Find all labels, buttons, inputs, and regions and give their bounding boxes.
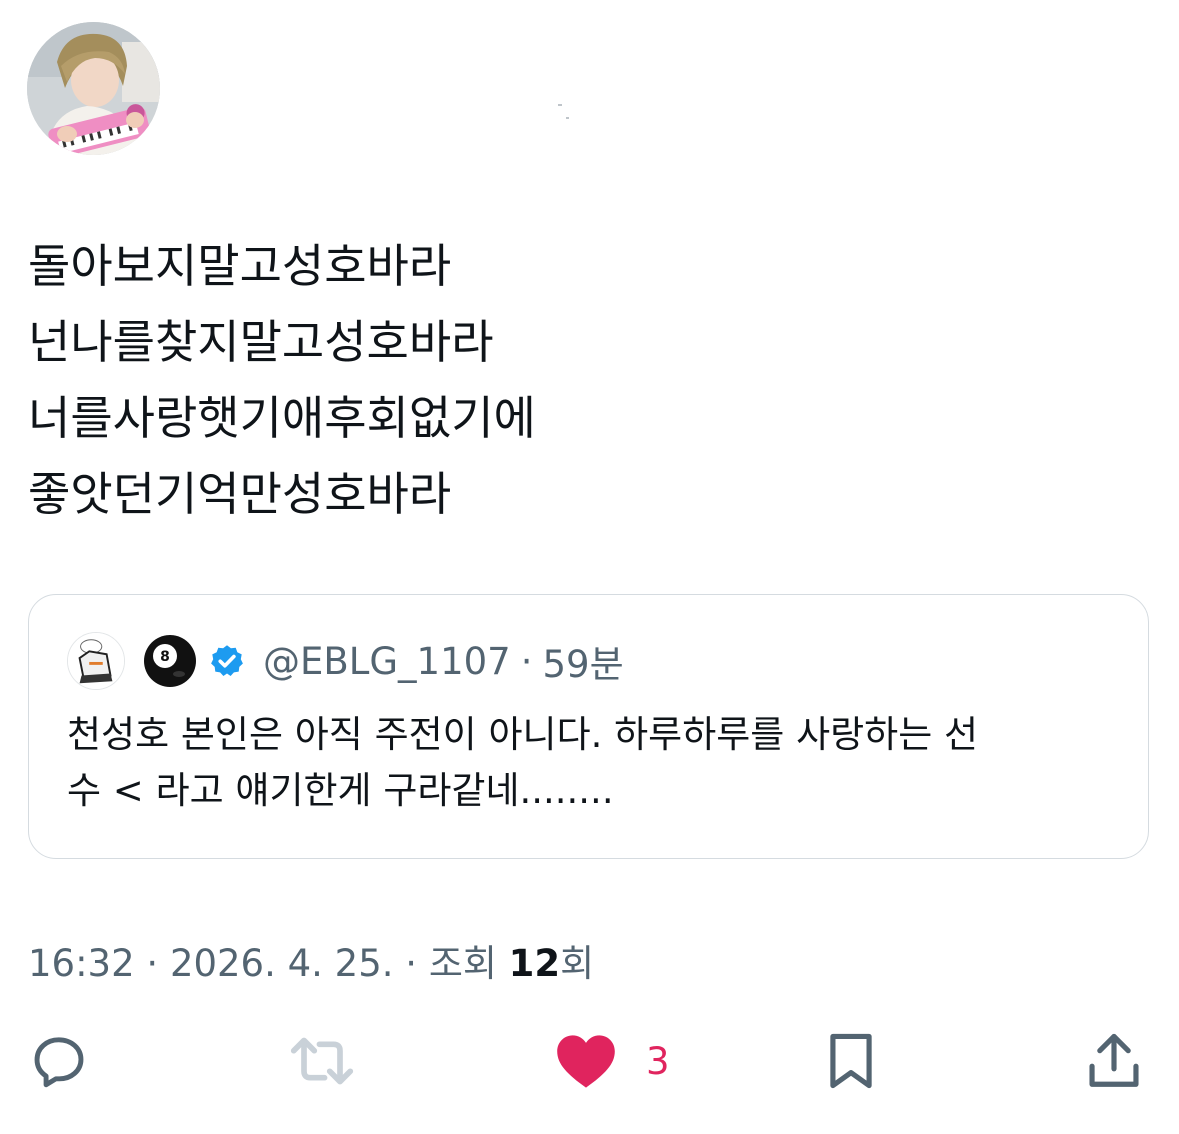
share-button[interactable] [1084,1028,1144,1094]
decorative-speck [566,117,569,119]
views-suffix: 회 [560,942,595,985]
retweet-button[interactable] [286,1028,358,1094]
views-label: 조회 [428,942,509,985]
tweet-text: 돌아보지말고성호바라 넌나를찾지말고성호바라 너를사랑햇기애후회없기에 좋앗던기… [28,228,1148,532]
heart-icon [557,1035,615,1088]
avatar-image [27,22,160,155]
quoted-tweet-text: 천성호 본인은 아직 주전이 아니다. 하루하루를 사랑하는 선 수 < 라고 … [67,707,1117,819]
tweet-date: 2026. 4. 25. [169,942,394,985]
quoted-tweet-time: 59분 [542,643,624,686]
quoted-author-handle[interactable]: @EBLG_1107 [263,640,511,683]
separator-dot: · [520,639,533,683]
quoted-tweet-line: 수 < 라고 얘기한게 구라같네........ [67,769,614,812]
reply-icon [34,1037,84,1088]
like-count: 3 [646,1039,670,1083]
tweet-line: 너를사랑햇기애후회없기에 [28,391,536,445]
tweet-time: 16:32 [28,942,135,985]
like-button[interactable]: 3 [554,1028,670,1094]
bookmark-button[interactable] [822,1028,880,1094]
tweet-line: 넌나를찾지말고성호바라 [28,315,494,369]
share-icon [1089,1033,1139,1087]
svg-text:8: 8 [160,649,170,665]
meta-separator: · [393,942,429,985]
quoted-tweet-line: 천성호 본인은 아직 주전이 아니다. 하루하루를 사랑하는 선 [67,713,979,756]
quoted-tweet[interactable]: 8 @EBLG_1107 · 59분 천성호 본인은 아직 주전이 아니다. 하… [28,594,1149,859]
eight-ball-icon: 8 [144,635,196,687]
tweet-line: 좋앗던기억만성호바라 [28,467,452,521]
reply-button[interactable] [28,1028,90,1094]
author-avatar[interactable] [27,22,160,155]
tweet-line: 돌아보지말고성호바라 [28,239,452,293]
tweet-meta: 16:32 · 2026. 4. 25. · 조회 12회 [28,933,594,987]
verified-icon [211,645,243,676]
decorative-speck [558,104,562,106]
coffin-icon [68,633,124,689]
quoted-tweet-header: 8 @EBLG_1107 · 59분 [67,631,624,691]
bookmark-icon [830,1033,872,1089]
meta-separator: · [134,942,170,985]
retweet-icon [290,1037,354,1085]
quoted-author-avatar[interactable] [67,632,125,690]
action-bar: 3 [0,1028,1179,1094]
views-count: 12 [508,942,561,985]
